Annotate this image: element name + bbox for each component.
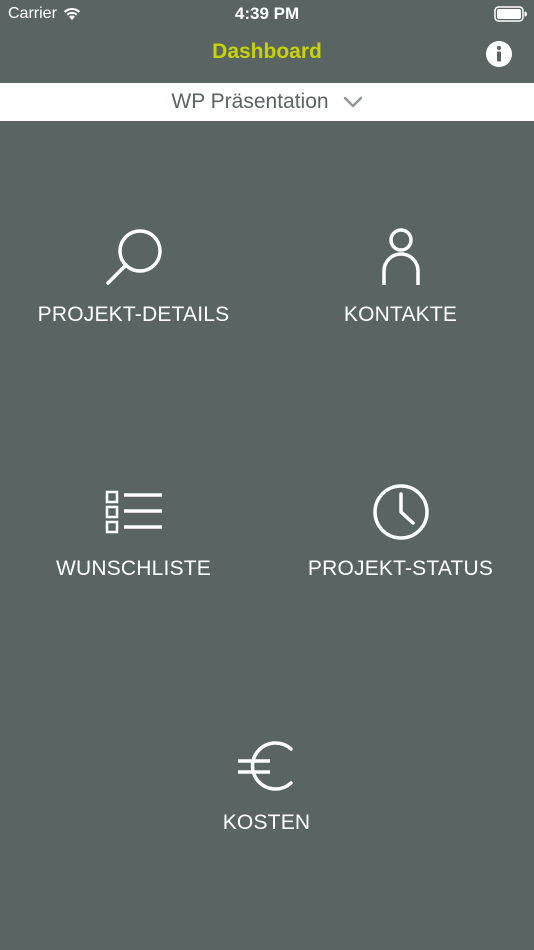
tile-kontakte[interactable]: KONTAKTE	[267, 227, 534, 327]
clock-icon	[372, 484, 429, 540]
tile-label: KONTAKTE	[343, 303, 458, 326]
project-name: WP Präsentation	[171, 90, 329, 113]
project-selector[interactable]: WP Präsentation	[0, 83, 534, 121]
tile-label: PROJEKT-DETAILS	[37, 303, 230, 326]
page-title: Dashboard	[212, 40, 322, 63]
status-bar: Carrier 4:39 PM	[0, 0, 534, 28]
nav-bar: Dashboard	[0, 28, 534, 82]
person-icon	[381, 228, 420, 285]
tile-label: PROJEKT-STATUS	[307, 557, 494, 580]
search-icon	[105, 229, 162, 285]
info-icon	[486, 41, 512, 67]
tile-projekt-status[interactable]: PROJEKT-STATUS	[267, 481, 534, 581]
tile-kosten[interactable]: KOSTEN	[133, 735, 400, 835]
tile-label: WUNSCHLISTE	[55, 557, 212, 580]
euro-icon	[237, 741, 293, 791]
info-button[interactable]	[485, 40, 513, 68]
tile-wunschliste[interactable]: WUNSCHLISTE	[0, 481, 267, 581]
battery-icon	[494, 6, 528, 27]
tile-projekt-details[interactable]: PROJEKT-DETAILS	[0, 227, 267, 327]
status-time: 4:39 PM	[234, 4, 300, 23]
chevron-down-icon	[343, 96, 362, 108]
checklist-icon	[105, 490, 162, 534]
tile-label: KOSTEN	[222, 811, 311, 834]
